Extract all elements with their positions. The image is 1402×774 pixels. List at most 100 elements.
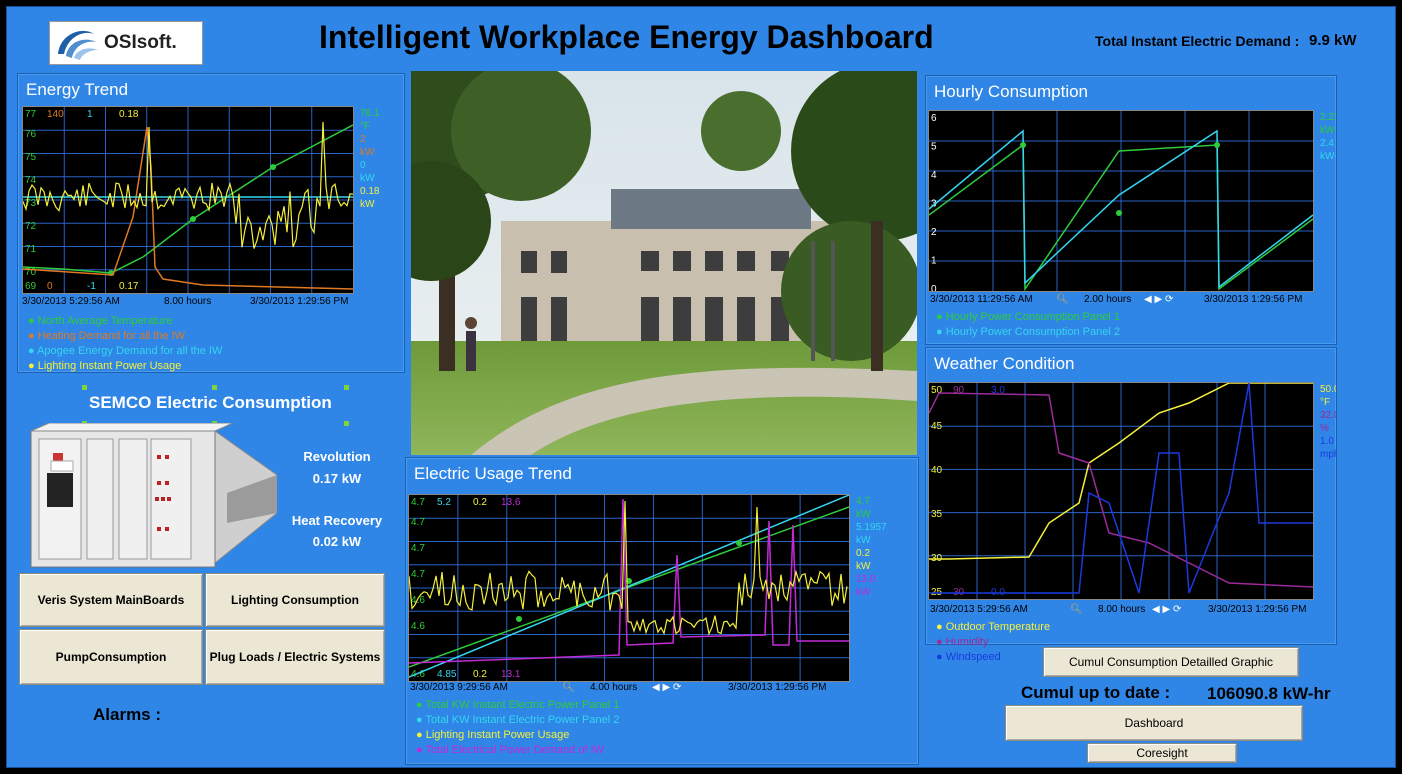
hourly-duration[interactable]: 2.00 hours	[1084, 294, 1131, 305]
y-tick-label: 0	[931, 284, 937, 291]
selection-handle[interactable]	[344, 385, 349, 390]
scale-bottom-label: 0.2	[473, 669, 487, 680]
selection-handle[interactable]	[82, 385, 87, 390]
weather-start: 3/30/2013 5:29:56 AM	[930, 604, 1028, 615]
legend-label: Heating Demand for all the IW	[37, 330, 186, 342]
semco-title[interactable]: SEMCO Electric Consumption	[89, 393, 332, 413]
current-value-label: kW-hr	[1320, 151, 1336, 162]
electric-usage-title: Electric Usage Trend	[414, 464, 572, 483]
current-value-label: 76.1	[360, 108, 380, 119]
legend-item: ● Lighting Instant Power Usage	[416, 728, 619, 743]
legend-item: ● Humidity	[936, 635, 1050, 650]
y-tick-label: 45	[931, 421, 943, 432]
hourly-end: 3/30/2013 1:29:56 PM	[1204, 294, 1303, 305]
electric-usage-plot[interactable]: 4.7 5.2 0.2 13.6 4.6 4.85 0.2 13.1 4.7 4.7 4.7 4.6 4…	[408, 494, 850, 682]
y-tick-label: 76	[25, 129, 37, 140]
electric-usage-end: 3/30/2013 1:29:56 PM	[728, 682, 827, 693]
campus-photo	[411, 71, 917, 455]
hourly-legend: ● Hourly Power Consumption Panel 1 ● Hour…	[936, 310, 1120, 340]
current-value-label: 32.000	[1320, 410, 1336, 421]
scale-bottom-label: 69	[25, 281, 37, 292]
energy-trend-plot[interactable]: 77 140 1 0.18 69 0 -1 0.17 76 75 74 73 72 71 70	[22, 106, 354, 294]
scale-top-label: 90	[953, 385, 965, 396]
legend-item: ● Total KW Instant Electric Power Panel …	[416, 698, 619, 713]
legend-item: ● Hourly Power Consumption Panel 1	[936, 310, 1120, 325]
legend-marker: ●	[416, 729, 426, 741]
weather-condition-panel: Weather Condition 50 90 3.0 25 30 0.0 45 40 35 30…	[925, 347, 1337, 663]
legend-marker: ●	[28, 315, 38, 327]
legend-item: ● Windspeed	[936, 650, 1050, 665]
current-value-label: kW	[360, 199, 375, 210]
y-tick-label: 75	[25, 152, 37, 163]
current-value-label: 2.2346	[1320, 112, 1336, 123]
current-value-label: kW	[856, 587, 871, 598]
legend-label: North Average Temperature	[37, 315, 173, 327]
electric-usage-values: 4.7 kW 5.1957 kW 0.2 kW 13.0 kW	[856, 496, 887, 598]
current-value-label: 1.0	[1320, 436, 1334, 447]
dashboard-button[interactable]: Dashboard	[1005, 705, 1303, 741]
current-value-label: 0	[360, 160, 366, 171]
current-value-label: °F	[1320, 397, 1330, 408]
legend-label: Windspeed	[945, 651, 1001, 663]
legend-item: ● Heating Demand for all the IW	[28, 329, 222, 344]
revolution-value: 0.17 kW	[312, 471, 362, 486]
weather-duration[interactable]: 8.00 hours	[1098, 604, 1145, 615]
veris-mainboards-button[interactable]: Veris System MainBoards	[19, 573, 203, 627]
data-point	[1020, 142, 1026, 148]
scale-top-label: 5.2	[437, 497, 451, 508]
y-tick-label: 72	[25, 221, 37, 232]
legend-label: Hourly Power Consumption Panel 1	[945, 311, 1120, 323]
energy-trend-chart: 77 140 1 0.1869 0 -1 0.1776757473727170	[22, 107, 354, 293]
scale-top-label: 4.7	[411, 497, 425, 508]
lighting-line	[408, 500, 848, 636]
weather-plot[interactable]: 50 90 3.0 25 30 0.0 45 40 35 30	[928, 382, 1314, 600]
pump-consumption-button[interactable]: PumpConsumption	[19, 629, 203, 685]
campus-photo-image	[411, 71, 917, 455]
electric-usage-duration[interactable]: 4.00 hours	[590, 682, 637, 693]
zoom-in-icon[interactable]: 🔍︎	[562, 682, 575, 693]
heat-recovery-value: 0.02 kW	[312, 534, 362, 549]
current-value-label: kW	[360, 147, 375, 158]
legend-label: Total KW Instant Electric Power Panel 1	[425, 699, 620, 711]
energy-trend-end: 3/30/2013 1:29:56 PM	[250, 296, 349, 307]
time-nav-arrows-icon[interactable]: ◀ ▶ ⟳	[652, 682, 681, 693]
energy-trend-values: 76.1 °F 2 kW 0 kW 0.18 kW	[360, 108, 380, 210]
hourly-plot[interactable]: 6543210	[928, 110, 1314, 295]
weather-values: 50.0 °F 32.000% 1.0 mph	[1320, 384, 1336, 460]
current-value-label: %	[1320, 423, 1329, 434]
selection-handle[interactable]	[344, 421, 349, 426]
hourly-values: 2.2346 kW-hr 2.4 kW-hr	[1320, 112, 1336, 162]
legend-marker: ●	[936, 326, 946, 338]
time-nav-arrows-icon[interactable]: ◀ ▶ ⟳	[1152, 604, 1181, 615]
y-tick-label: 4.7	[411, 569, 425, 580]
current-value-label: 2	[360, 134, 366, 145]
legend-marker: ●	[28, 360, 38, 372]
legend-label: Total KW Instant Electric Power Panel 2	[425, 714, 620, 726]
time-nav-arrows-icon[interactable]: ◀ ▶ ⟳	[1144, 294, 1173, 305]
scale-top-label: 77	[25, 109, 37, 120]
revolution-label: Revolution	[303, 449, 371, 464]
legend-label: Lighting Instant Power Usage	[425, 729, 570, 741]
selection-handle[interactable]	[212, 385, 217, 390]
current-value-label: kW	[360, 173, 375, 184]
legend-item: ● Apogee Energy Demand for all the IW	[28, 344, 222, 359]
current-value-label: 4.7	[856, 496, 870, 507]
energy-trend-duration[interactable]: 8.00 hours	[164, 296, 211, 307]
electric-usage-start: 3/30/2013 9:29:56 AM	[410, 682, 508, 693]
lighting-consumption-button[interactable]: Lighting Consumption	[205, 573, 385, 627]
plug-loads-button[interactable]: Plug Loads / Electric Systems	[205, 629, 385, 685]
page-title: Intelligent Workplace Energy Dashboard	[319, 19, 934, 55]
zoom-in-icon[interactable]: 🔍︎	[1070, 604, 1083, 615]
heat-recovery-label: Heat Recovery	[291, 513, 383, 528]
data-point	[736, 540, 742, 546]
legend-label: Outdoor Temperature	[945, 621, 1051, 633]
legend-marker: ●	[416, 744, 426, 756]
coresight-button[interactable]: Coresight	[1087, 743, 1237, 763]
zoom-in-icon[interactable]: 🔍︎	[1056, 294, 1069, 305]
cumul-graphic-button[interactable]: Cumul Consumption Detailled Graphic	[1043, 647, 1299, 677]
scale-bottom-label: 0.17	[119, 281, 139, 292]
scale-top-label: 50	[931, 385, 943, 396]
energy-trend-legend: ● North Average Temperature ● Heating Dem…	[28, 314, 222, 374]
y-tick-label: 71	[25, 244, 37, 255]
y-tick-label: 4.6	[411, 595, 425, 606]
